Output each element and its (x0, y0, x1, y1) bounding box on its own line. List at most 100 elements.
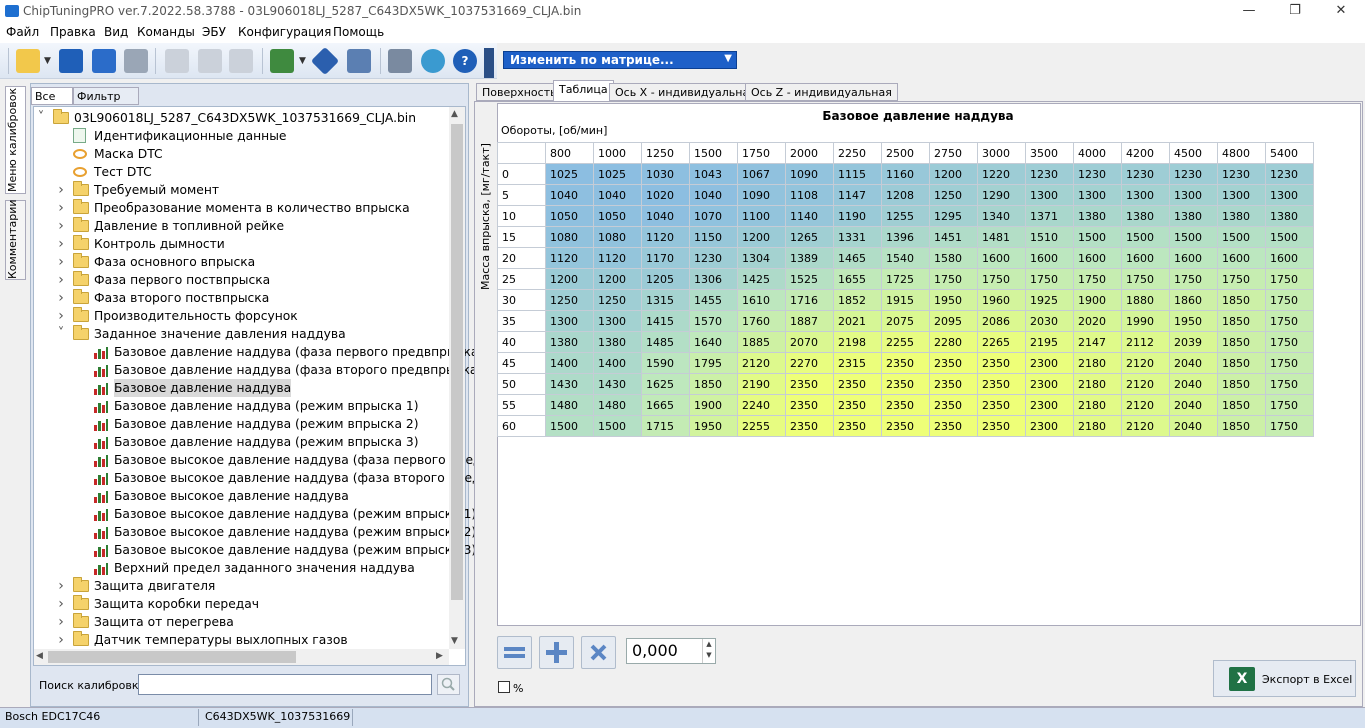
map-cell[interactable]: 1481 (977, 226, 1026, 248)
map-cell[interactable]: 2120 (1121, 394, 1170, 416)
map-cell[interactable]: 1725 (881, 268, 930, 290)
map-cell[interactable]: 1750 (1265, 373, 1314, 395)
map-cell[interactable]: 1900 (689, 394, 738, 416)
map-cell[interactable]: 2350 (833, 394, 882, 416)
map-cell[interactable]: 1295 (929, 205, 978, 227)
map-cell[interactable]: 1510 (1025, 226, 1074, 248)
tree-item[interactable]: Базовое давление наддува (режим впрыска … (0, 433, 448, 451)
chevron-right-icon[interactable]: › (56, 631, 66, 649)
map-cell[interactable]: 1887 (785, 310, 834, 332)
chevron-down-icon[interactable]: ˅ (36, 109, 46, 127)
map-cell[interactable]: 1500 (545, 415, 594, 437)
map-cell[interactable]: 1380 (1073, 205, 1122, 227)
map-cell[interactable]: 2350 (977, 352, 1026, 374)
y-axis-cell[interactable]: 55 (497, 394, 546, 416)
map-cell[interactable]: 1120 (593, 247, 642, 269)
map-cell[interactable]: 1425 (737, 268, 786, 290)
map-cell[interactable]: 1590 (641, 352, 690, 374)
map-cell[interactable]: 1750 (1217, 268, 1266, 290)
menu-file[interactable]: Файл (6, 25, 39, 39)
map-cell[interactable]: 1915 (881, 289, 930, 311)
map-cell[interactable]: 2030 (1025, 310, 1074, 332)
map-cell[interactable]: 2147 (1073, 331, 1122, 353)
map-cell[interactable]: 1090 (737, 184, 786, 206)
calibration-search-input[interactable] (138, 674, 432, 695)
tab-z-axis[interactable]: Ось Z - индивидуальная (745, 83, 898, 101)
map-cell[interactable]: 1306 (689, 268, 738, 290)
map-cell[interactable]: 1430 (545, 373, 594, 395)
map-cell[interactable]: 2350 (929, 415, 978, 437)
spin-down-icon[interactable]: ▼ (703, 650, 715, 661)
map-cell[interactable]: 1665 (641, 394, 690, 416)
tree-folder-item[interactable]: › Защита двигателя (0, 577, 448, 595)
map-cell[interactable]: 1625 (641, 373, 690, 395)
map-cell[interactable]: 1380 (1217, 205, 1266, 227)
tree-folder-item[interactable]: › Давление в топливной рейке (0, 217, 448, 235)
save-as-icon[interactable] (92, 49, 116, 73)
y-axis-cell[interactable]: 10 (497, 205, 546, 227)
map-cell[interactable]: 2198 (833, 331, 882, 353)
map-cell[interactable]: 1950 (929, 289, 978, 311)
map-cell[interactable]: 1600 (1265, 247, 1314, 269)
spin-up-icon[interactable]: ▲ (703, 639, 715, 650)
map-cell[interactable]: 1115 (833, 163, 882, 185)
tree-horizontal-scroll-thumb[interactable] (48, 651, 296, 663)
x-axis-cell[interactable]: 1750 (737, 142, 786, 164)
map-cell[interactable]: 1120 (545, 247, 594, 269)
map-cell[interactable]: 1860 (1169, 289, 1218, 311)
map-cell[interactable]: 1160 (881, 163, 930, 185)
map-cell[interactable]: 1208 (881, 184, 930, 206)
map-cell[interactable]: 2350 (881, 415, 930, 437)
menu-ecu[interactable]: ЭБУ (202, 25, 226, 39)
map-cell[interactable]: 1250 (545, 289, 594, 311)
map-cell[interactable]: 1525 (785, 268, 834, 290)
map-cell[interactable]: 2280 (929, 331, 978, 353)
map-cell[interactable]: 2300 (1025, 373, 1074, 395)
y-axis-cell[interactable]: 50 (497, 373, 546, 395)
chevron-down-icon[interactable]: ˅ (56, 325, 66, 343)
y-axis-cell[interactable]: 45 (497, 352, 546, 374)
online-update-icon[interactable] (421, 49, 445, 73)
map-cell[interactable]: 2195 (1025, 331, 1074, 353)
map-cell[interactable]: 1025 (545, 163, 594, 185)
map-cell[interactable]: 2350 (881, 373, 930, 395)
tree-item[interactable]: Базовое высокое давление наддува (режим … (0, 505, 476, 523)
map-cell[interactable]: 1852 (833, 289, 882, 311)
map-cell[interactable]: 2255 (737, 415, 786, 437)
tree-folder-item[interactable]: ˅ Заданное значение давления наддува (0, 325, 448, 343)
map-cell[interactable]: 1750 (1265, 331, 1314, 353)
y-axis-cell[interactable]: 25 (497, 268, 546, 290)
map-cell[interactable]: 1300 (1073, 184, 1122, 206)
map-cell[interactable]: 1600 (1025, 247, 1074, 269)
map-cell[interactable]: 1230 (689, 247, 738, 269)
map-cell[interactable]: 2039 (1169, 331, 1218, 353)
map-cell[interactable]: 2180 (1073, 352, 1122, 374)
map-cell[interactable]: 1304 (737, 247, 786, 269)
x-axis-cell[interactable]: 4800 (1217, 142, 1266, 164)
add-value-button[interactable] (539, 636, 574, 669)
map-cell[interactable]: 1850 (1217, 373, 1266, 395)
map-cell[interactable]: 1455 (689, 289, 738, 311)
map-cell[interactable]: 1380 (1121, 205, 1170, 227)
tree-item[interactable]: Идентификационные данные (0, 127, 448, 145)
map-cell[interactable]: 1250 (929, 184, 978, 206)
search-map-icon[interactable] (347, 49, 371, 73)
multiply-value-button[interactable] (581, 636, 616, 669)
map-cell[interactable]: 1610 (737, 289, 786, 311)
map-cell[interactable]: 1300 (1025, 184, 1074, 206)
map-cell[interactable]: 2070 (785, 331, 834, 353)
percent-checkbox[interactable] (498, 681, 510, 693)
map-cell[interactable]: 1230 (1217, 163, 1266, 185)
y-axis-cell[interactable]: 60 (497, 415, 546, 437)
map-cell[interactable]: 1715 (641, 415, 690, 437)
tree-folder-item[interactable]: › Фаза первого поствпрыска (0, 271, 448, 289)
map-cell[interactable]: 1750 (1265, 352, 1314, 374)
map-cell[interactable]: 2350 (833, 373, 882, 395)
map-cell[interactable]: 1600 (1121, 247, 1170, 269)
tree-folder-item[interactable]: › Требуемый момент (0, 181, 448, 199)
copy-icon[interactable] (165, 49, 189, 73)
x-axis-cell[interactable]: 2500 (881, 142, 930, 164)
map-cell[interactable]: 2270 (785, 352, 834, 374)
x-axis-cell[interactable]: 2750 (929, 142, 978, 164)
map-cell[interactable]: 1200 (737, 226, 786, 248)
